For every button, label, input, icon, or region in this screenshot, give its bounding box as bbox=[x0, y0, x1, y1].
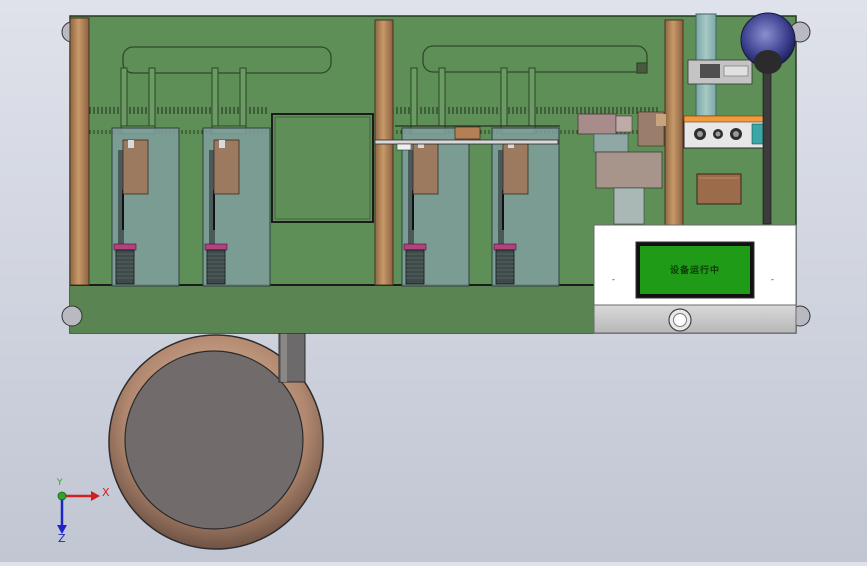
axis-y-label: Y bbox=[57, 478, 63, 488]
cad-drawing: - - bbox=[57, 12, 811, 550]
hmi-screen-text: 设备运行中 bbox=[669, 266, 720, 276]
svg-text:-: - bbox=[771, 275, 774, 284]
axis-x-label: X bbox=[102, 486, 110, 499]
axis-z-label: Z bbox=[58, 532, 66, 545]
central-module bbox=[271, 113, 374, 223]
cad-viewport[interactable]: - - 设备运行中 X Y Z bbox=[0, 0, 867, 562]
coordinate-triad bbox=[57, 491, 100, 534]
svg-text:-: - bbox=[612, 275, 615, 284]
